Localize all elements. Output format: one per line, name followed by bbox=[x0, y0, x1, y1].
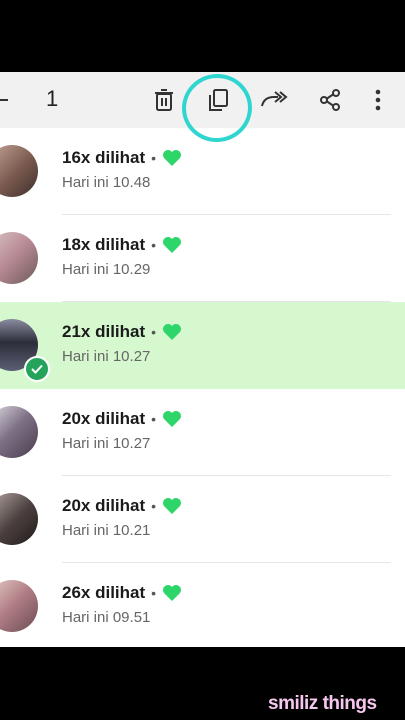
heart-icon bbox=[163, 237, 182, 253]
status-time: Hari ini 10.48 bbox=[62, 174, 151, 191]
avatar bbox=[0, 406, 38, 458]
avatar bbox=[0, 145, 38, 197]
status-time: Hari ini 10.27 bbox=[62, 435, 151, 452]
delete-button[interactable] bbox=[146, 82, 182, 118]
avatar bbox=[0, 580, 38, 632]
forward-icon bbox=[261, 91, 288, 107]
viewer-row-selected[interactable]: 21x dilihat • Hari ini 10.27 bbox=[0, 302, 405, 389]
heart-icon bbox=[163, 324, 182, 340]
status-time: Hari ini 09.51 bbox=[62, 609, 151, 626]
forward-button[interactable] bbox=[256, 82, 292, 118]
viewer-row[interactable]: 16x dilihat • Hari ini 10.48 bbox=[0, 128, 405, 215]
heart-icon bbox=[163, 150, 182, 166]
status-time: Hari ini 10.29 bbox=[62, 261, 151, 278]
view-count: 18x dilihat • bbox=[62, 235, 182, 255]
watermark: smiliz things bbox=[268, 693, 377, 714]
status-time: Hari ini 10.21 bbox=[62, 522, 151, 539]
view-count: 21x dilihat • bbox=[62, 322, 182, 342]
avatar bbox=[0, 493, 38, 545]
viewer-row[interactable]: 26x dilihat • Hari ini 09.51 bbox=[0, 563, 405, 647]
heart-icon bbox=[163, 411, 182, 427]
status-time: Hari ini 10.27 bbox=[62, 348, 151, 365]
back-arrow-icon[interactable] bbox=[0, 88, 10, 112]
view-count: 20x dilihat • bbox=[62, 496, 182, 516]
selected-check-icon bbox=[24, 356, 50, 382]
status-viewers-screen: 1 16x dilihat • Hari ini 10.48 18x dilih… bbox=[0, 72, 405, 647]
heart-icon bbox=[163, 498, 182, 514]
selected-count: 1 bbox=[46, 86, 59, 111]
view-count: 16x dilihat • bbox=[62, 148, 182, 168]
view-count: 26x dilihat • bbox=[62, 583, 182, 603]
more-options-button[interactable] bbox=[360, 82, 396, 118]
more-vert-icon bbox=[375, 89, 381, 111]
viewer-row[interactable]: 18x dilihat • Hari ini 10.29 bbox=[0, 215, 405, 302]
viewer-row[interactable]: 20x dilihat • Hari ini 10.27 bbox=[0, 389, 405, 476]
view-count: 20x dilihat • bbox=[62, 409, 182, 429]
trash-icon bbox=[155, 89, 173, 111]
viewer-row[interactable]: 20x dilihat • Hari ini 10.21 bbox=[0, 476, 405, 563]
avatar bbox=[0, 232, 38, 284]
share-icon bbox=[320, 89, 340, 111]
share-button[interactable] bbox=[312, 82, 348, 118]
heart-icon bbox=[163, 585, 182, 601]
